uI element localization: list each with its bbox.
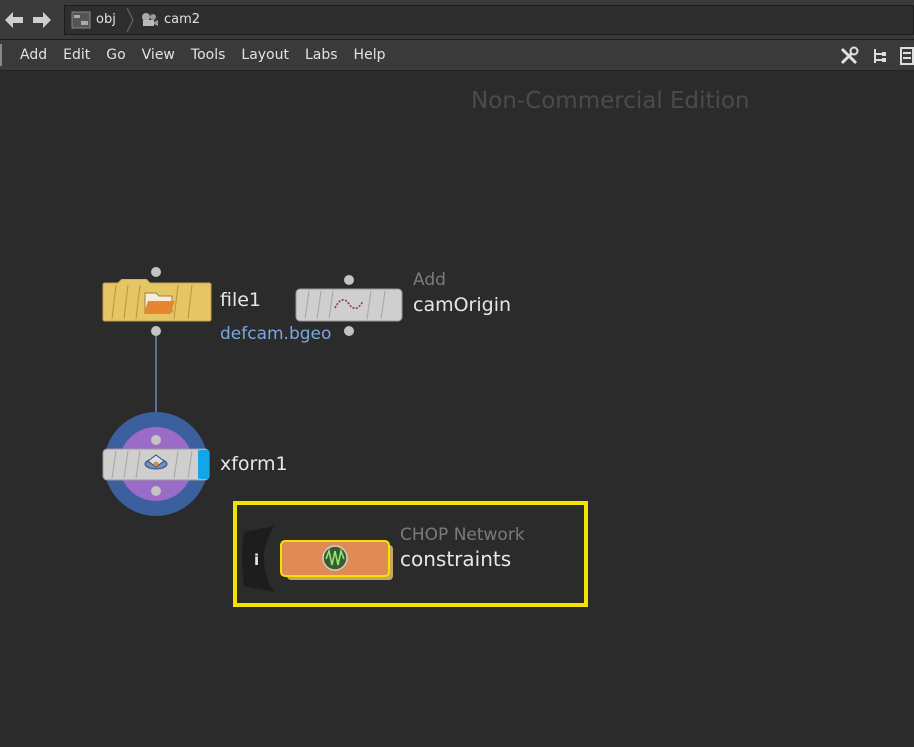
menu-edit[interactable]: Edit	[55, 40, 98, 71]
forward-button[interactable]	[31, 9, 53, 31]
breadcrumb: obj cam2	[64, 5, 914, 35]
input-connector[interactable]	[151, 267, 161, 277]
menu-view[interactable]: View	[134, 40, 183, 71]
chop-network-node-shape	[280, 540, 393, 580]
display-flag	[198, 450, 209, 479]
menu-tools[interactable]: Tools	[183, 40, 234, 71]
node-camorigin-name: camOrigin	[413, 294, 512, 316]
obj-network-icon	[71, 11, 91, 28]
chop-wave-icon	[322, 545, 348, 571]
back-button[interactable]	[3, 9, 25, 31]
menu-add[interactable]: Add	[12, 40, 55, 71]
node-file1-name: file1	[220, 289, 262, 311]
output-connector[interactable]	[344, 326, 354, 336]
node-constraints-name: constraints	[400, 547, 512, 571]
node-camorigin[interactable]	[295, 273, 407, 341]
network-canvas[interactable]: Non-Commercial Edition file1 defcam.bgeo	[0, 71, 914, 747]
node-xform1-name: xform1	[220, 453, 288, 475]
chevron-right-icon	[126, 7, 134, 33]
node-xform1[interactable]	[102, 411, 212, 519]
menu-labs[interactable]: Labs	[297, 40, 346, 71]
input-connector[interactable]	[151, 435, 161, 445]
add-node-shape	[295, 288, 403, 322]
camera-icon	[142, 12, 158, 26]
menu-help[interactable]: Help	[346, 40, 394, 71]
input-connector[interactable]	[344, 275, 354, 285]
arrow-right-icon	[33, 12, 51, 28]
arrow-left-icon	[5, 12, 23, 28]
menu-items: Add Edit Go View Tools Layout Labs Help	[12, 40, 393, 71]
breadcrumb-obj[interactable]: obj	[71, 6, 116, 34]
breadcrumb-cam2-label: cam2	[164, 12, 201, 27]
node-camorigin-type: Add	[413, 270, 446, 290]
list-view-icon[interactable]	[900, 45, 914, 67]
tree-view-icon[interactable]	[869, 45, 891, 67]
output-connector[interactable]	[151, 326, 161, 336]
info-tab[interactable]: i	[240, 526, 276, 592]
file-open-icon	[144, 292, 175, 314]
menu-bar: Add Edit Go View Tools Layout Labs Help	[0, 40, 914, 71]
xform-node-shape	[102, 412, 210, 516]
breadcrumb-obj-label: obj	[96, 12, 116, 27]
watermark: Non-Commercial Edition	[471, 88, 750, 114]
output-connector[interactable]	[151, 486, 161, 496]
breadcrumb-cam2[interactable]: cam2	[139, 6, 200, 34]
node-constraints[interactable]: i	[240, 526, 400, 592]
path-bar: obj cam2	[0, 0, 914, 40]
folder-node-shape	[102, 279, 212, 322]
menubar-grip[interactable]	[0, 44, 7, 66]
svg-text:i: i	[254, 551, 259, 569]
node-file1[interactable]	[102, 265, 222, 340]
node-constraints-type: CHOP Network	[400, 525, 525, 545]
tools-icon[interactable]	[838, 45, 860, 67]
menu-layout[interactable]: Layout	[233, 40, 297, 71]
menu-go[interactable]: Go	[98, 40, 133, 71]
